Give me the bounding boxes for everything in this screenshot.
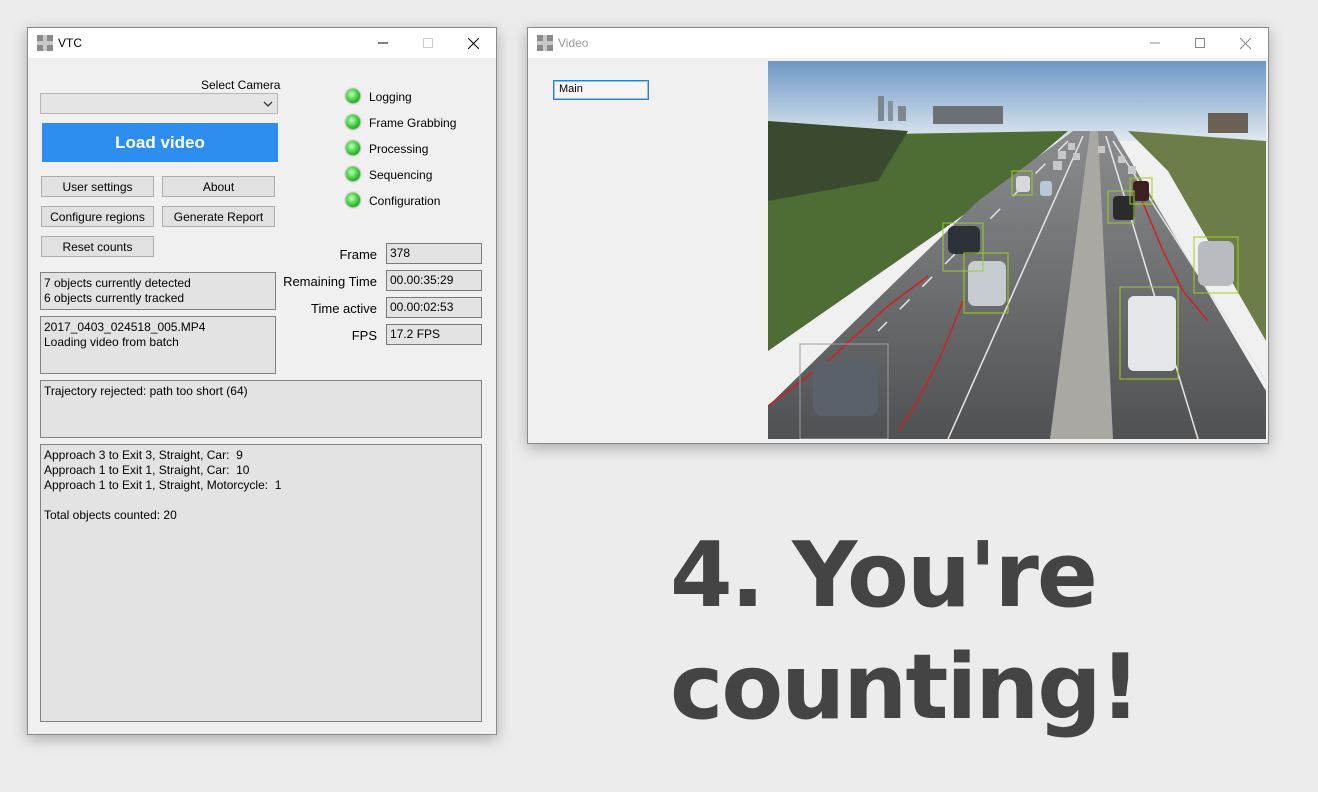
time-active-value: 00.00:02:53 [386, 297, 482, 318]
video-close-button[interactable] [1228, 32, 1262, 54]
video-frame [768, 61, 1266, 439]
maximize-button [411, 32, 445, 54]
trajectory-log-box: Trajectory rejected: path too short (64) [40, 380, 482, 438]
fps-label: FPS [351, 328, 377, 343]
traffic-video-image [768, 61, 1266, 439]
vtc-window-title: VTC [58, 36, 82, 50]
fps-value: 17.2 FPS [386, 324, 482, 345]
detection-status-box: 7 objects currently detected 6 objects c… [40, 272, 276, 310]
reset-counts-button[interactable]: Reset counts [41, 236, 154, 257]
counts-box: Approach 3 to Exit 3, Straight, Car: 9 A… [40, 444, 482, 722]
time-active-label: Time active [311, 301, 377, 316]
remaining-time-value: 00.00:35:29 [386, 270, 482, 291]
vtc-window: VTC Select Camera Load video User settin… [27, 27, 497, 735]
sequencing-status-label: Sequencing [369, 168, 433, 182]
headline-line-2: counting! [670, 635, 1141, 740]
minimize-icon [378, 42, 388, 44]
headline: 4. You're counting! [670, 520, 1290, 744]
main-view-tag[interactable]: Main [553, 80, 649, 100]
video-titlebar[interactable]: Video [528, 28, 1268, 58]
remaining-time-label: Remaining Time [283, 274, 377, 289]
processing-status-light [346, 141, 360, 155]
video-minimize-button[interactable] [1138, 32, 1172, 54]
close-icon [1239, 37, 1251, 49]
minimize-button[interactable] [366, 32, 400, 54]
frame-label: Frame [339, 247, 377, 262]
camera-select[interactable] [40, 93, 278, 114]
close-button[interactable] [456, 32, 490, 54]
video-window: Video Main [527, 27, 1269, 444]
processing-status-label: Processing [369, 142, 429, 156]
frame-grabbing-status-label: Frame Grabbing [369, 116, 457, 130]
sequencing-status-light [346, 167, 360, 181]
app-icon [37, 35, 53, 51]
maximize-icon [423, 38, 433, 48]
about-button[interactable]: About [162, 176, 275, 197]
headline-line-1: 4. You're [670, 523, 1098, 628]
video-maximize-button[interactable] [1183, 32, 1217, 54]
close-icon [467, 37, 479, 49]
load-video-button[interactable]: Load video [42, 123, 278, 162]
frame-grabbing-status-light [346, 115, 360, 129]
frame-value: 378 [386, 243, 482, 264]
chevron-down-icon [263, 101, 273, 107]
app-icon [537, 35, 553, 51]
vtc-titlebar[interactable]: VTC [28, 28, 496, 58]
configuration-status-label: Configuration [369, 194, 441, 208]
user-settings-button[interactable]: User settings [41, 176, 154, 197]
logging-status-label: Logging [369, 90, 412, 104]
maximize-icon [1195, 38, 1205, 48]
select-camera-label: Select Camera [201, 78, 281, 92]
video-window-title: Video [558, 36, 589, 50]
logging-status-light [346, 89, 360, 103]
configure-regions-button[interactable]: Configure regions [41, 206, 154, 227]
minimize-icon [1150, 42, 1160, 44]
generate-report-button[interactable]: Generate Report [162, 206, 275, 227]
configuration-status-light [346, 193, 360, 207]
file-status-box: 2017_0403_024518_005.MP4 Loading video f… [40, 316, 276, 374]
